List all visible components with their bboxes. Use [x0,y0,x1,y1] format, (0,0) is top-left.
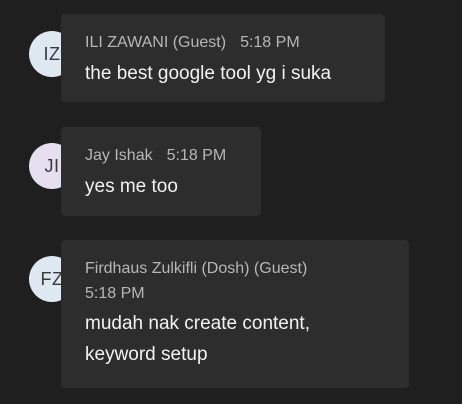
sender-name: Firdhaus Zulkifli (Dosh) (Guest) [85,260,308,277]
sender-name: Jay Ishak [85,147,153,164]
avatar-initials: JI [44,156,60,176]
message-header: Jay Ishak 5:18 PM [85,147,237,165]
message-time: 5:18 PM [85,285,145,302]
sender-name: ILI ZAWANI (Guest) [85,34,227,51]
message-bubble[interactable]: Jay Ishak 5:18 PM yes me too [61,127,261,216]
message-text: the best google tool yg i suka [85,63,332,84]
message-bubble[interactable]: ILI ZAWANI (Guest) 5:18 PM the best googl… [61,14,385,102]
message-text-line: mudah nak create content, [85,313,310,334]
avatar-initials: IZ [43,44,61,64]
message-header: Firdhaus Zulkifli (Dosh) (Guest) [85,260,385,278]
message-text: yes me too [85,176,178,197]
message-bubble[interactable]: Firdhaus Zulkifli (Dosh) (Guest) 5:18 PM… [61,240,409,388]
message-text: mudah nak create content, keyword setup [85,308,385,370]
chat-thread: IZ ILI ZAWANI (Guest) 5:18 PM the best go… [0,0,462,404]
message-text-line: keyword setup [85,344,208,365]
message-header: ILI ZAWANI (Guest) 5:18 PM [85,34,361,52]
message-time: 5:18 PM [240,34,300,51]
message-time: 5:18 PM [166,147,227,164]
